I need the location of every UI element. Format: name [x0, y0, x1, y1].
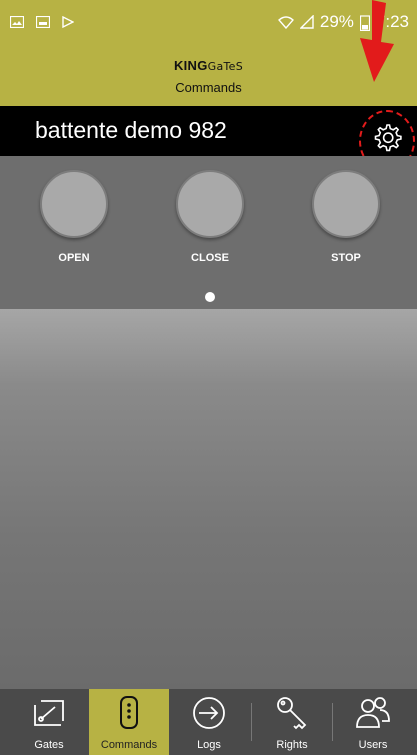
red-arrow-annotation	[360, 0, 394, 82]
command-panel: OPEN CLOSE STOP	[0, 156, 417, 309]
close-button[interactable]	[176, 170, 244, 238]
play-store-icon	[62, 16, 74, 28]
open-command[interactable]: OPEN	[34, 170, 114, 264]
stop-button[interactable]	[312, 170, 380, 238]
users-icon	[356, 697, 390, 728]
tab-rights[interactable]: Rights	[252, 689, 332, 755]
logs-icon	[193, 697, 225, 729]
gate-name: battente demo 982	[35, 117, 227, 143]
open-button[interactable]	[40, 170, 108, 238]
stop-label: STOP	[331, 252, 361, 264]
wifi-icon	[277, 16, 294, 29]
tab-logs[interactable]: Logs	[169, 689, 249, 755]
remote-icon	[120, 696, 138, 729]
stop-command[interactable]: STOP	[306, 170, 386, 264]
tab-commands[interactable]: Commands	[89, 689, 169, 755]
tab-gates[interactable]: Gates	[9, 689, 89, 755]
tab-users[interactable]: Users	[333, 689, 413, 755]
signal-icon	[299, 15, 314, 29]
screenshot-icon	[36, 16, 50, 28]
gates-icon	[34, 700, 64, 726]
content-area	[0, 309, 417, 689]
tab-logs-label: Logs	[197, 739, 221, 751]
page-indicator-dot	[205, 292, 215, 302]
close-label: CLOSE	[191, 252, 229, 264]
open-label: OPEN	[58, 252, 90, 264]
battery-percent: 29%	[319, 12, 354, 31]
close-command[interactable]: CLOSE	[170, 170, 250, 264]
bottom-tab-bar: Gates Commands Logs Rights Users	[0, 689, 417, 755]
gallery-icon	[10, 16, 24, 28]
tab-commands-label: Commands	[100, 739, 158, 751]
gear-icon	[374, 124, 402, 152]
tab-rights-label: Rights	[276, 739, 308, 751]
key-icon	[277, 697, 307, 730]
gate-header: battente demo 982	[0, 106, 417, 172]
tab-gates-label: Gates	[34, 739, 64, 751]
tab-users-label: Users	[358, 739, 388, 751]
